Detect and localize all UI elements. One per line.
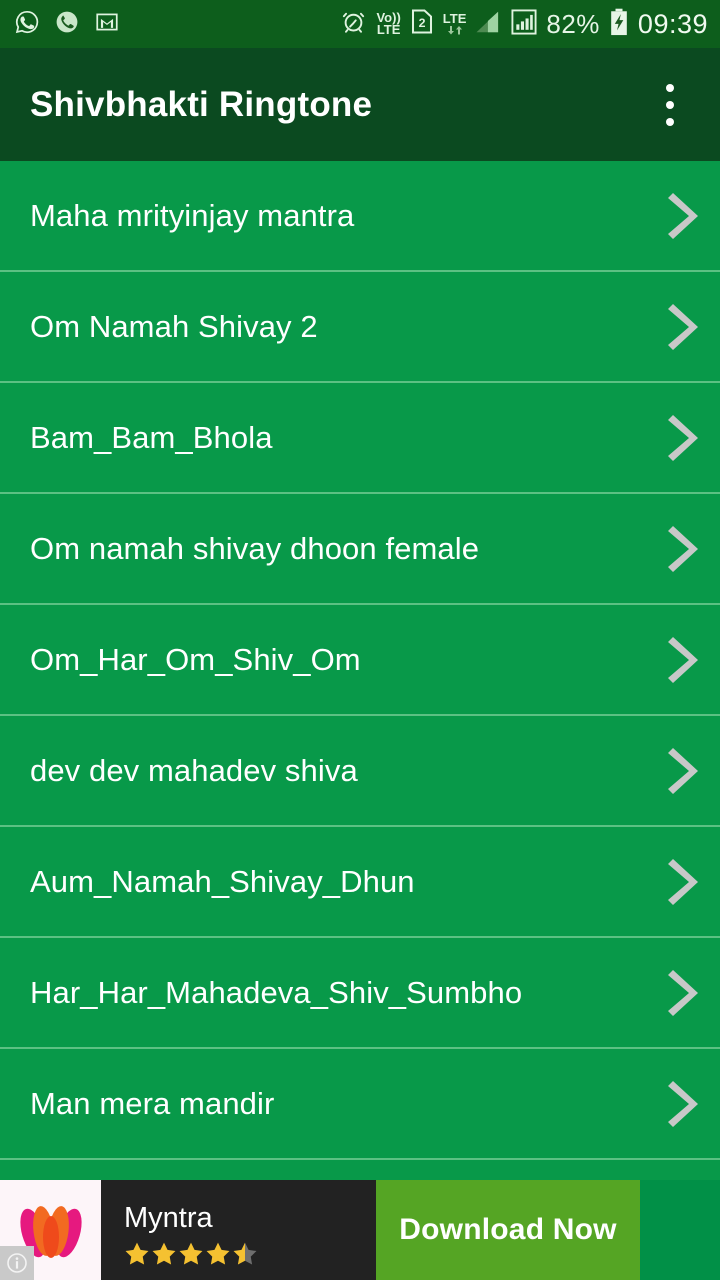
status-bar-system-icons: Vo)) LTE 2 LTE 82% 09:39 [340,8,708,41]
list-item-label: Om Namah Shivay 2 [30,308,318,344]
alarm-icon [340,8,367,40]
chevron-right-icon [668,969,698,1016]
sim2-icon: 2 [410,8,434,40]
ringtone-list[interactable]: Maha mrityinjay mantra Om Namah Shivay 2 B… [0,161,720,1160]
myntra-m-logo [0,1180,101,1280]
signal-sim1-icon [475,10,502,39]
list-item-label: Aum_Namah_Shivay_Dhun [30,863,415,899]
star-icon [179,1242,203,1265]
status-bar-notification-icons [14,9,120,40]
ad-details: Myntra [101,1180,376,1280]
ad-advertiser-name: Myntra [124,1201,213,1234]
volte-icon: Vo)) LTE [376,10,401,37]
status-bar: Vo)) LTE 2 LTE 82% 09:39 [0,0,720,48]
ad-banner-gap [640,1180,720,1280]
chevron-right-icon [668,858,698,905]
ad-cta-label: Download Now [399,1213,617,1246]
list-item[interactable]: Har_Har_Mahadeva_Shiv_Sumbho [0,938,720,1049]
star-icon [206,1242,230,1265]
battery-charging-icon [609,8,629,41]
list-item[interactable]: Maha mrityinjay mantra [0,161,720,272]
overflow-dot [666,83,674,92]
list-item-label: Bam_Bam_Bhola [30,419,273,455]
ad-banner[interactable]: Myntra Download Now [0,1180,720,1280]
chevron-right-icon [668,636,698,683]
list-item-label: Har_Har_Mahadeva_Shiv_Sumbho [30,974,523,1010]
chevron-right-icon [668,192,698,239]
chevron-right-icon [668,525,698,572]
ad-download-button[interactable]: Download Now [376,1180,640,1280]
list-item[interactable]: Aum_Namah_Shivay_Dhun [0,827,720,938]
chevron-right-icon [668,414,698,461]
chevron-right-icon [668,303,698,350]
battery-percent-label: 82% [546,9,600,39]
chevron-right-icon [668,1080,698,1127]
signal-sim2-icon [511,8,537,40]
list-item-label: Maha mrityinjay mantra [30,197,355,233]
star-icon [233,1242,257,1265]
list-item-label: Om namah shivay dhoon female [30,530,480,566]
lte-data-icon: LTE [443,12,466,35]
gmail-icon [94,9,120,40]
whatsapp-icon [14,9,40,40]
list-item[interactable]: Bam_Bam_Bhola [0,383,720,494]
list-item-label: Om_Har_Om_Shiv_Om [30,641,361,677]
chevron-right-icon [668,747,698,794]
list-item-label: Man mera mandir [30,1085,275,1121]
page-title: Shivbhakti Ringtone [30,84,373,124]
ad-info-icon[interactable] [0,1246,34,1280]
star-icon [152,1242,176,1265]
list-item[interactable]: Man mera mandir [0,1049,720,1160]
list-item[interactable]: Om Namah Shivay 2 [0,272,720,383]
list-item[interactable]: Om_Har_Om_Shiv_Om [0,605,720,716]
list-item[interactable]: dev dev mahadev shiva [0,716,720,827]
missed-call-icon [54,9,80,40]
svg-text:2: 2 [418,16,425,30]
overflow-dot [666,100,674,109]
action-bar: Shivbhakti Ringtone [0,48,720,161]
more-vertical-icon[interactable] [642,70,698,140]
app-screen: Vo)) LTE 2 LTE 82% 09:39 Shivbhakti Ring… [0,0,720,1280]
star-icon [125,1242,149,1265]
list-item[interactable]: Om namah shivay dhoon female [0,494,720,605]
overflow-dot [666,117,674,126]
ad-rating-stars [124,1241,376,1267]
clock-label: 09:39 [637,8,708,39]
list-item-label: dev dev mahadev shiva [30,752,358,788]
